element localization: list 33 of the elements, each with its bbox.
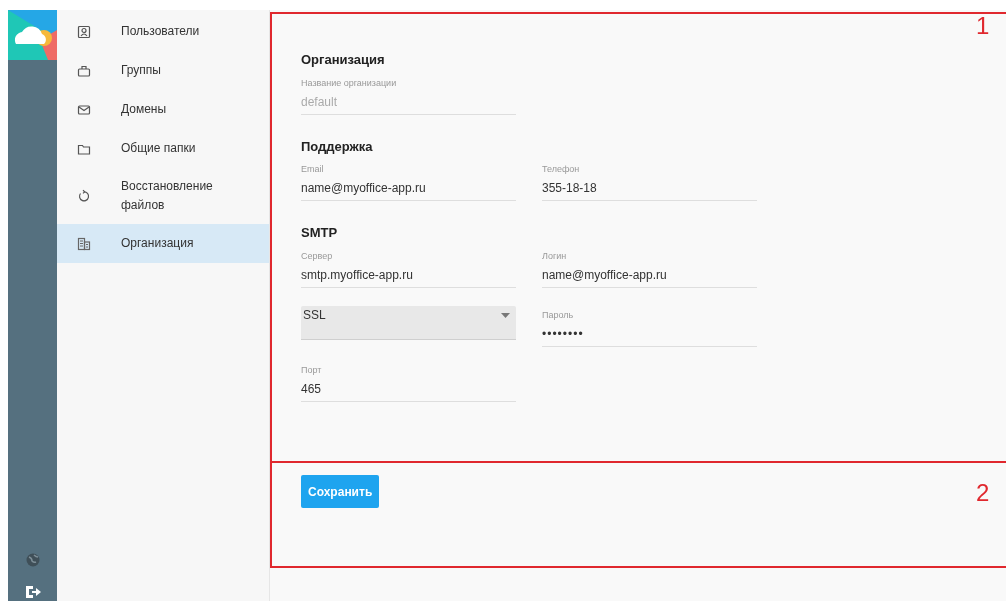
- field-label: Пароль: [542, 309, 575, 320]
- nav-item[interactable]: Домены: [57, 90, 269, 129]
- callout-number: 1: [976, 14, 990, 38]
- user-icon: [77, 24, 91, 39]
- building-icon: [77, 236, 91, 251]
- input-field[interactable]: name@myoffice-app.ru: [542, 266, 757, 288]
- field-label: Телефон: [542, 164, 581, 174]
- input-field[interactable]: smtp.myoffice-app.ru: [301, 266, 516, 288]
- password-field[interactable]: ••••••••: [542, 325, 757, 347]
- briefcase-icon: [77, 63, 91, 78]
- nav-item[interactable]: Пользователи: [57, 12, 269, 51]
- envelope-icon: [77, 102, 91, 117]
- section-title: SMTP: [301, 224, 339, 242]
- select-field[interactable]: SSL: [301, 305, 516, 340]
- caret-icon: [501, 312, 510, 318]
- field-label: Название организации: [301, 77, 398, 88]
- field-label: Email: [301, 164, 325, 174]
- field-label: Порт: [301, 364, 323, 375]
- nav-item[interactable]: Группы: [57, 51, 269, 90]
- field-label: Логин: [542, 250, 568, 261]
- globe-icon[interactable]: [25, 553, 40, 567]
- nav-item[interactable]: Организация: [57, 224, 269, 263]
- section-title: Организация: [301, 51, 386, 69]
- logout-icon[interactable]: [24, 585, 41, 599]
- input-field[interactable]: name@myoffice-app.ru: [301, 180, 516, 201]
- restore-icon: [77, 189, 91, 203]
- input-field[interactable]: 465: [301, 380, 516, 402]
- callout-number: 2: [976, 481, 990, 505]
- section-title: Поддержка: [301, 137, 374, 156]
- nav-item[interactable]: Восстановление файлов: [57, 168, 269, 224]
- input-field[interactable]: 355-18-18: [542, 180, 757, 201]
- field-label: Сервер: [301, 250, 334, 261]
- nav-item[interactable]: Общие папки: [57, 129, 269, 168]
